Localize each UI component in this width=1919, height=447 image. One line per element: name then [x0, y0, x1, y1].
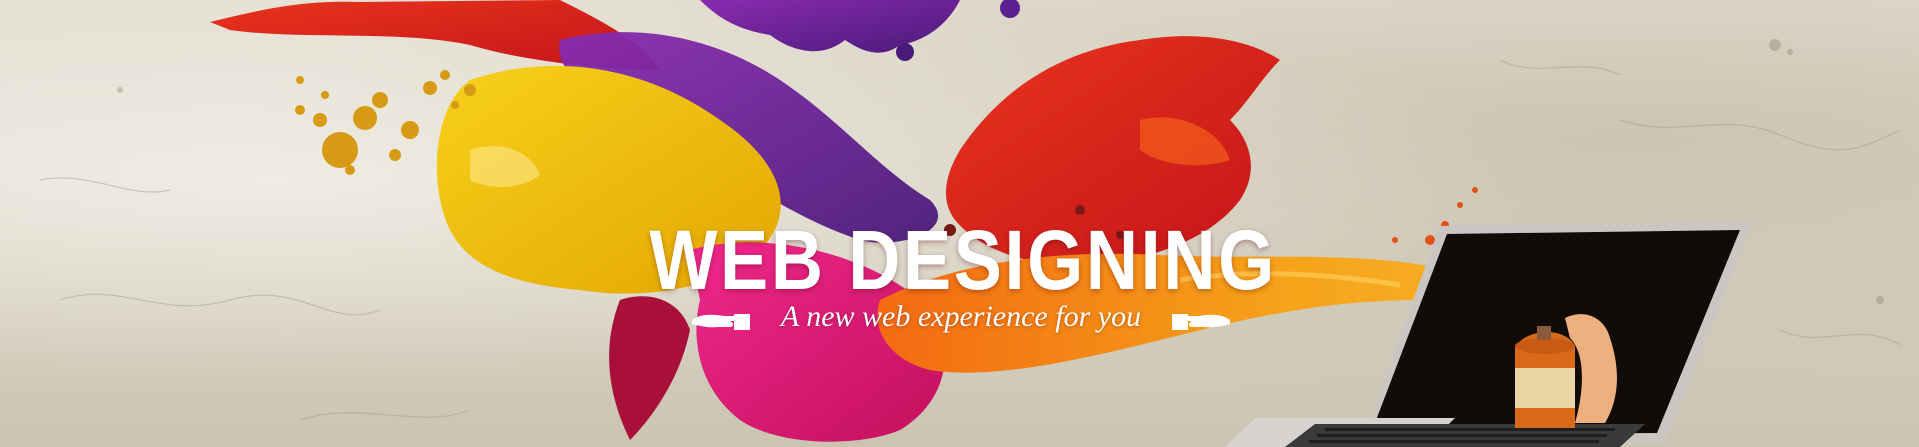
- tagline: A new web experience for you: [780, 300, 1142, 333]
- hero-banner: WEB DESIGNING A new web experience for y…: [0, 0, 1919, 447]
- headline-text: WEB DESIGNING: [649, 213, 1277, 307]
- pointing-hand-left-icon: [1172, 314, 1230, 330]
- pointing-hand-right-icon: [692, 314, 750, 330]
- laptop-illustration: [1225, 222, 1753, 447]
